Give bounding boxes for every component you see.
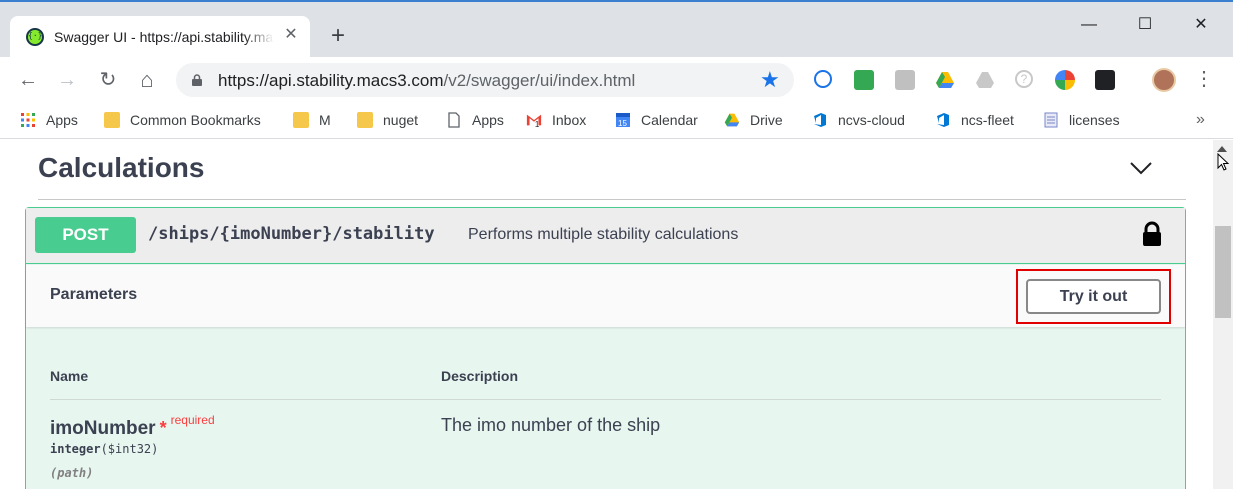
bookmark-nuget[interactable]: nuget [357,111,418,131]
tab-title: Swagger UI - https://api.stability.macs3… [54,29,274,45]
bookmark-label: ncs-fleet [961,112,1014,128]
browser-tab-active[interactable]: Swagger UI - https://api.stability.macs3… [10,16,310,59]
bookmark-licenses[interactable]: licenses [1043,111,1120,131]
gmail-icon: 1 [526,114,542,128]
close-window-button[interactable]: ✕ [1178,10,1224,40]
bookmark-label: Apps [46,112,78,128]
scroll-up-arrow-icon[interactable] [1217,146,1227,152]
bookmark-ncvs-cloud[interactable]: ncvs-cloud [812,111,905,131]
calendar-day: 15 [618,119,627,128]
bookmark-star-icon[interactable]: ★ [760,68,780,92]
url-path: /v2/swagger/ui/index.html [443,71,636,90]
required-label: required [170,413,215,427]
bookmarks-overflow-icon[interactable]: » [1196,111,1205,129]
google-drive-extension-icon[interactable] [935,70,955,90]
required-star: * [159,418,167,438]
table-divider [50,399,1161,400]
bookmark-label: Common Bookmarks [130,112,261,128]
url-host: https://api.stability.macs3.com [218,71,444,90]
operation-block-post: POST /ships/{imoNumber}/stability Perfor… [25,207,1186,489]
folder-icon [293,112,309,128]
column-header-description: Description [441,368,519,384]
swagger-favicon-icon [26,28,44,46]
highlight-annotation: Try it out [1016,269,1171,324]
bookmark-label: Inbox [552,112,587,128]
parameters-title: Parameters [50,286,138,303]
try-it-out-button[interactable]: Try it out [1026,279,1161,314]
browser-toolbar: ← → ↻ ⌂ https://api.stability.macs3.com/… [0,57,1233,103]
bookmark-m[interactable]: M [293,111,331,131]
calendar-icon: 15 [616,113,630,128]
extension-sheets-icon[interactable] [854,70,874,90]
bookmark-label: M [319,112,331,128]
operation-description: Performs multiple stability calculations [468,226,739,243]
forward-button[interactable]: → [53,66,81,94]
page-icon [448,112,460,128]
folder-icon [104,112,120,128]
home-button[interactable]: ⌂ [133,66,161,94]
bookmarks-bar: Apps Common Bookmarks M nuget Apps 1 Inbo… [0,103,1233,139]
lock-icon[interactable] [1141,221,1163,247]
scroll-thumb[interactable] [1215,226,1231,318]
extension-copy-icon[interactable] [895,70,915,90]
bookmark-label: Calendar [641,112,698,128]
page-scrollbar[interactable] [1213,140,1233,489]
tab-close-icon[interactable]: ✕ [282,26,300,44]
section-divider [38,199,1186,200]
operation-path: /ships/{imoNumber}/stability [148,224,435,244]
bookmark-apps[interactable]: Apps [20,111,78,131]
extension-circle-icon[interactable] [814,70,832,88]
new-tab-button[interactable]: + [326,24,350,48]
url-text: https://api.stability.macs3.com/v2/swagg… [218,71,635,91]
profile-avatar[interactable] [1152,68,1176,92]
section-title[interactable]: Calculations [38,152,204,184]
bookmark-inbox[interactable]: 1 Inbox [526,111,586,131]
bookmark-label: Drive [750,112,783,128]
parameter-description: The imo number of the ship [441,415,661,435]
chrome-extension-icon[interactable] [1055,70,1075,90]
browser-menu-icon[interactable]: ⋮ [1194,67,1214,91]
minimize-button[interactable]: — [1066,10,1112,40]
drive-grey-extension-icon[interactable] [975,70,995,90]
column-header-name: Name [50,368,89,384]
bookmark-drive[interactable]: Drive [724,111,783,131]
bookmark-apps-page[interactable]: Apps [446,111,504,131]
apps-grid-icon [21,113,35,127]
azure-devops-icon [814,113,826,127]
bookmark-label: licenses [1069,112,1120,128]
browser-titlebar: Swagger UI - https://api.stability.macs3… [0,0,1233,59]
secure-lock-icon [192,74,202,86]
reload-button[interactable]: ↻ [94,66,122,94]
parameter-type: integer($int32) [50,442,158,456]
back-button[interactable]: ← [14,66,42,94]
mouse-cursor-icon [1217,153,1229,171]
parameter-name-text: imoNumber [50,418,156,439]
bookmark-label: ncvs-cloud [838,112,905,128]
operation-summary[interactable]: POST /ships/{imoNumber}/stability Perfor… [26,208,1185,264]
maximize-button[interactable]: ☐ [1122,10,1168,40]
parameter-type-text: integer [50,442,101,456]
bookmark-label: Apps [472,112,504,128]
document-icon [1044,112,1058,128]
parameters-header: Parameters Try it out [26,265,1185,327]
folder-icon [357,112,373,128]
address-bar[interactable]: https://api.stability.macs3.com/v2/swagg… [176,63,794,97]
http-method-badge: POST [35,217,136,253]
parameter-name: imoNumber * required [50,413,215,440]
bookmark-label: nuget [383,112,419,128]
gmail-badge: 1 [535,120,540,128]
screenshot-extension-icon[interactable] [1095,70,1115,90]
drive-icon [724,113,740,127]
parameter-format: ($int32) [100,442,159,456]
bookmark-ncs-fleet[interactable]: ncs-fleet [935,111,1014,131]
swagger-page: Calculations POST /ships/{imoNumber}/sta… [0,140,1213,489]
chevron-down-icon[interactable] [1128,158,1154,178]
azure-devops-icon [937,113,949,127]
parameter-location: (path) [50,466,94,480]
bookmark-calendar[interactable]: 15 Calendar [615,111,698,131]
bookmark-common-bookmarks[interactable]: Common Bookmarks [104,111,261,131]
help-extension-icon[interactable]: ? [1015,70,1033,88]
